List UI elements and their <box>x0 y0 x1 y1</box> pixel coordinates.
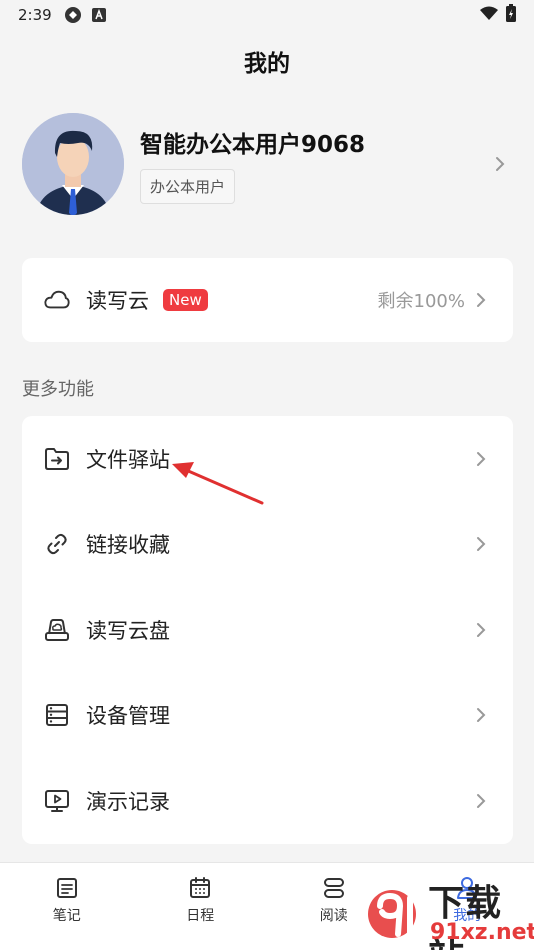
chevron-right-icon <box>469 288 493 312</box>
device-list-icon <box>44 702 70 728</box>
chevron-right-icon <box>469 447 493 471</box>
cloud-remaining: 剩余100% <box>377 291 465 312</box>
profile-header[interactable]: 智能办公本用户9068 办公本用户 <box>22 112 512 216</box>
cloud-drive-icon <box>44 617 70 643</box>
list-item-device-management[interactable]: 设备管理 <box>22 673 513 759</box>
cloud-label: 读写云 <box>86 289 149 313</box>
cloud-icon <box>44 287 70 313</box>
list-item-presentation-records[interactable]: 演示记录 <box>22 758 513 844</box>
tab-label: 日程 <box>186 908 215 924</box>
tab-notes[interactable]: 笔记 <box>0 863 134 950</box>
app-notification-icon <box>64 6 82 24</box>
watermark-logo-icon <box>368 890 416 938</box>
more-features-list: 文件驿站 链接收藏 读写云盘 设备管理 演示记录 <box>22 416 513 844</box>
user-type-tag: 办公本用户 <box>140 168 236 204</box>
tab-schedule[interactable]: 日程 <box>134 863 268 950</box>
list-item-cloud-drive[interactable]: 读写云盘 <box>22 587 513 673</box>
list-item-label: 链接收藏 <box>86 533 170 558</box>
tab-label: 阅读 <box>319 908 348 924</box>
status-time: 2:39 <box>18 6 52 24</box>
new-badge: New <box>163 289 208 311</box>
list-item-link-favorites[interactable]: 链接收藏 <box>22 502 513 588</box>
avatar[interactable] <box>22 113 124 215</box>
list-item-file-station[interactable]: 文件驿站 <box>22 416 513 502</box>
link-icon <box>44 531 70 557</box>
watermark-url: 91xz.net <box>430 920 534 945</box>
list-item-label: 设备管理 <box>86 704 170 729</box>
font-notification-icon <box>91 8 106 22</box>
chevron-right-icon <box>469 618 493 642</box>
list-item-label: 读写云盘 <box>86 618 170 643</box>
tab-label: 笔记 <box>52 908 81 924</box>
chevron-right-icon <box>469 703 493 727</box>
profile-info: 智能办公本用户9068 办公本用户 <box>140 125 488 204</box>
list-item-label: 文件驿站 <box>86 447 170 472</box>
site-watermark: 下载站 91xz.net <box>360 870 534 950</box>
presentation-icon <box>44 788 70 814</box>
reading-icon <box>321 875 347 901</box>
chevron-right-icon <box>469 789 493 813</box>
section-title-more: 更多功能 <box>22 379 94 400</box>
chevron-right-icon <box>469 532 493 556</box>
chevron-right-icon[interactable] <box>488 152 512 176</box>
status-bar: 2:39 <box>0 0 534 30</box>
user-name: 智能办公本用户9068 <box>140 131 366 158</box>
page-title: 我的 <box>244 51 290 77</box>
battery-icon <box>506 4 516 26</box>
cloud-storage-card[interactable]: 读写云 New 剩余100% <box>22 258 513 342</box>
folder-transfer-icon <box>44 446 70 472</box>
note-icon <box>54 875 80 901</box>
list-item-label: 演示记录 <box>86 789 170 814</box>
wifi-icon <box>480 6 498 24</box>
calendar-icon <box>187 875 213 901</box>
